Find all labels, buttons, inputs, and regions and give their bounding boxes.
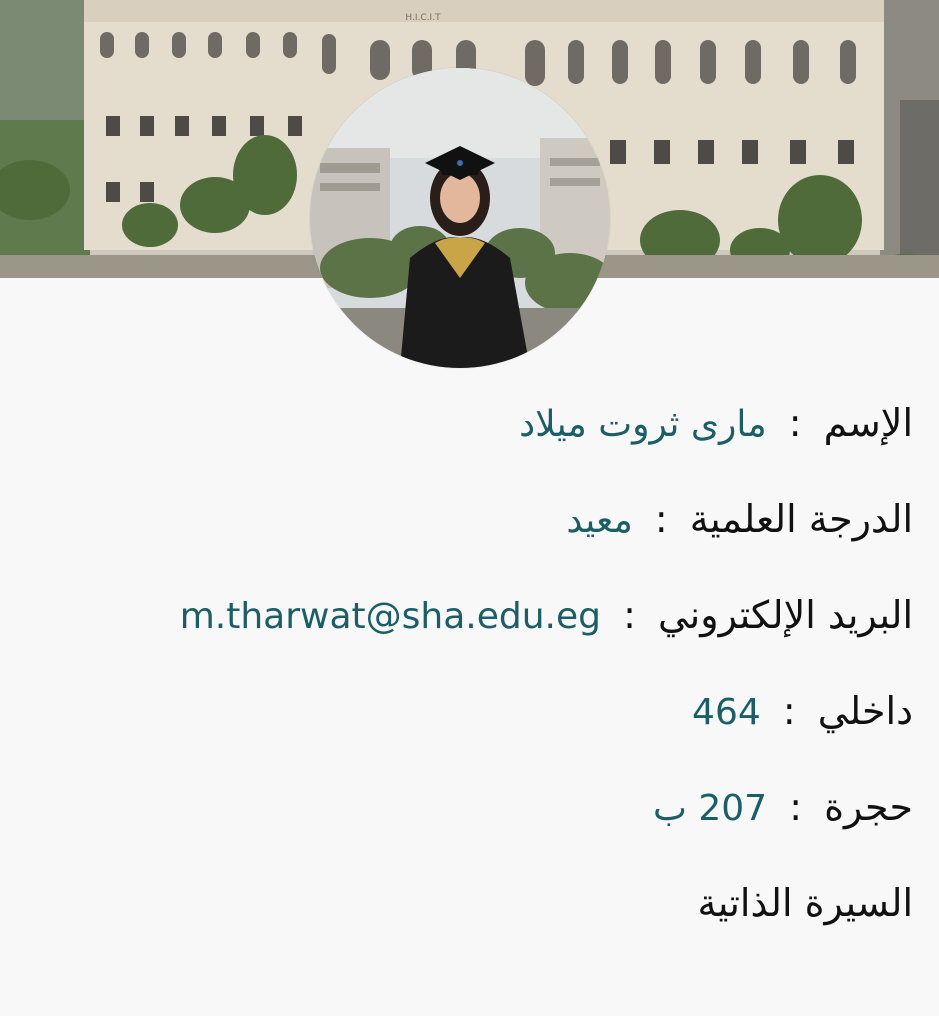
room-row: حجرة : 207 ب <box>33 772 913 868</box>
svg-text:H.I.C.I.T: H.I.C.I.T <box>405 13 441 23</box>
profile-avatar <box>310 68 610 368</box>
extension-label: داخلي <box>817 689 913 733</box>
name-row: الإسم : مارى ثروت ميلاد <box>33 388 913 484</box>
email-label: البريد الإلكتروني <box>658 593 913 637</box>
email-link[interactable]: m.tharwat@sha.edu.eg <box>180 596 601 637</box>
separator: : <box>623 593 636 637</box>
extension-row: داخلي : 464 <box>33 676 913 772</box>
separator: : <box>788 401 802 445</box>
room-label: حجرة <box>824 785 913 829</box>
profile-info: الإسم : مارى ثروت ميلاد الدرجة العلمية :… <box>33 388 913 964</box>
degree-value: معيد <box>566 500 633 541</box>
degree-label: الدرجة العلمية <box>689 497 913 541</box>
email-row: البريد الإلكتروني : m.tharwat@sha.edu.eg <box>33 580 913 676</box>
graduate-portrait-image <box>310 68 610 368</box>
cv-link[interactable]: السيرة الذاتية <box>33 868 913 964</box>
room-value: 207 ب <box>653 788 768 829</box>
separator: : <box>654 497 668 541</box>
extension-value: 464 <box>692 692 761 733</box>
separator: : <box>782 689 796 733</box>
degree-row: الدرجة العلمية : معيد <box>33 484 913 580</box>
separator: : <box>789 785 802 829</box>
name-value: مارى ثروت ميلاد <box>519 404 767 445</box>
name-label: الإسم <box>823 401 913 445</box>
